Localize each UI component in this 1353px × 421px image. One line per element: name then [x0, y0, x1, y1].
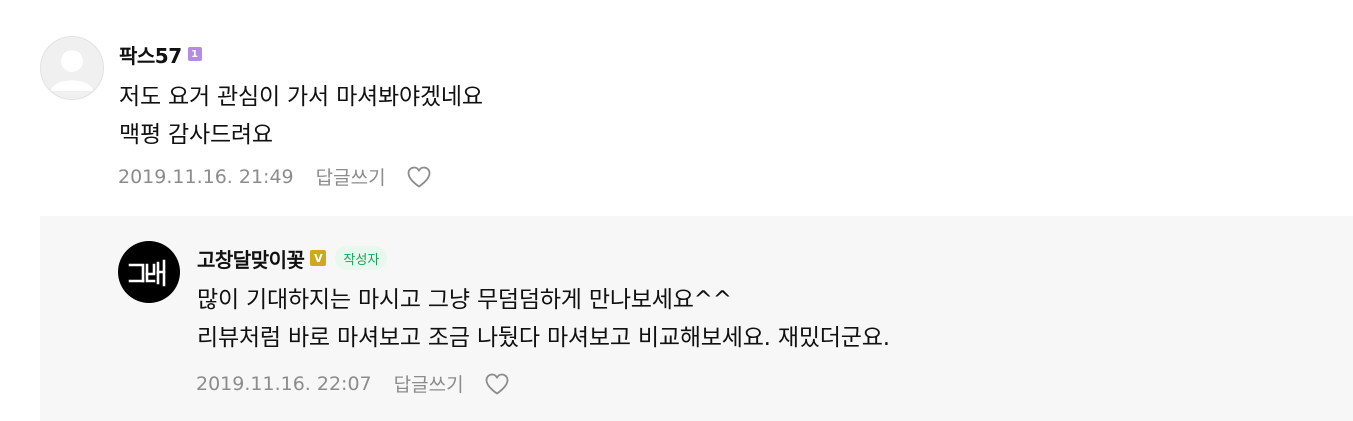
- comment-line: 저도 요거 관심이 가서 마셔봐야겠네요: [119, 84, 483, 110]
- writer-badge: 작성자: [335, 246, 388, 270]
- comment-meta: 2019.11.16. 21:49 답글쓰기: [118, 163, 432, 190]
- comment-date: 2019.11.16. 21:49: [118, 165, 294, 188]
- author-logo-icon[interactable]: [118, 241, 180, 303]
- comment-header: 팍스57 1: [119, 40, 202, 68]
- comment-nickname[interactable]: 고창달맞이꽃: [197, 244, 305, 273]
- level-badge: 1: [187, 47, 202, 61]
- comment-line: 많이 기대하지는 마시고 그냥 무덤덤하게 만나보세요^^: [197, 287, 732, 313]
- reply-button[interactable]: 답글쓰기: [316, 163, 386, 190]
- heart-outline-icon[interactable]: [406, 165, 432, 189]
- default-user-icon[interactable]: [40, 36, 104, 100]
- comment-text: 저도 요거 관심이 가서 마셔봐야겠네요 맥평 감사드려요: [119, 78, 483, 154]
- comment-line: 리뷰처럼 바로 마셔보고 조금 나뒀다 마셔보고 비교해보세요. 재밌더군요.: [197, 325, 890, 351]
- comment-meta: 2019.11.16. 22:07 답글쓰기: [196, 370, 510, 397]
- comment-item: 팍스57 1 저도 요거 관심이 가서 마셔봐야겠네요 맥평 감사드려요 201…: [0, 0, 1353, 216]
- comment-header: 고창달맞이꽃 V 작성자: [197, 244, 388, 273]
- reply-button[interactable]: 답글쓰기: [394, 370, 464, 397]
- comment-nickname[interactable]: 팍스57: [119, 40, 182, 69]
- comment-date: 2019.11.16. 22:07: [196, 372, 372, 395]
- heart-outline-icon[interactable]: [484, 372, 510, 396]
- verified-badge: V: [310, 250, 327, 266]
- comment-line: 맥평 감사드려요: [119, 122, 273, 148]
- reply-comment-item: 고창달맞이꽃 V 작성자 많이 기대하지는 마시고 그냥 무덤덤하게 만나보세요…: [40, 216, 1353, 421]
- comment-text: 많이 기대하지는 마시고 그냥 무덤덤하게 만나보세요^^ 리뷰처럼 바로 마셔…: [197, 281, 890, 357]
